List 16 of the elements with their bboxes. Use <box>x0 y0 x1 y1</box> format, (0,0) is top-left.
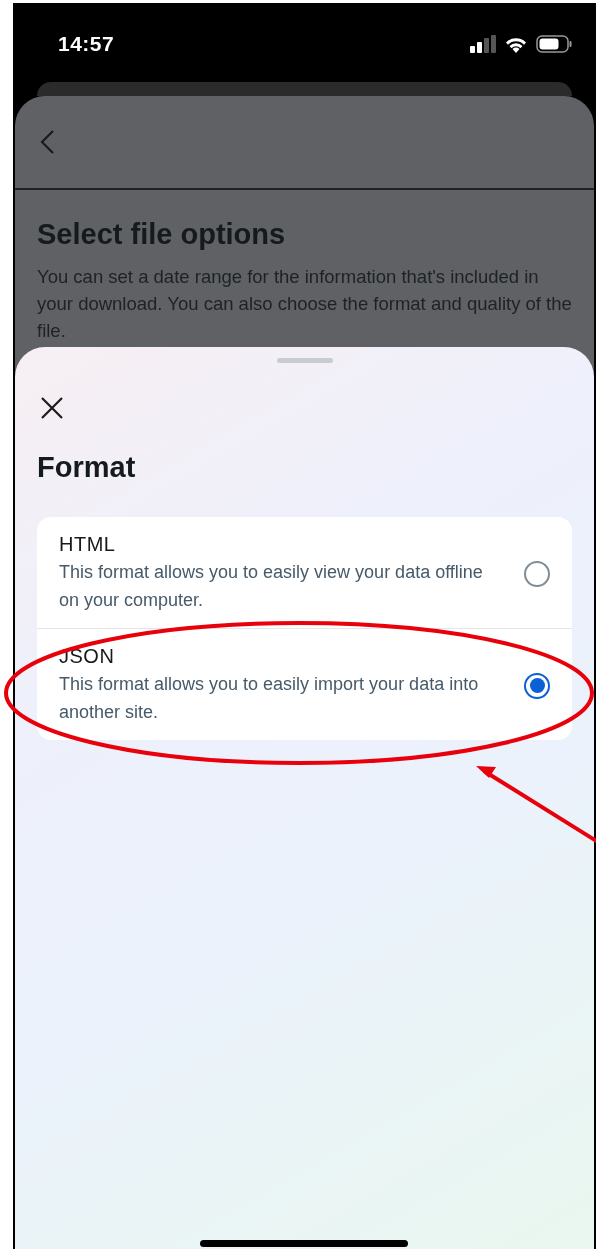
sheet-title: Format <box>37 451 137 484</box>
battery-icon <box>536 34 572 53</box>
option-label: HTML <box>59 533 117 556</box>
page-description: You can set a date range for the information that's included in your download. You can also choose the format and quality of the file. <box>37 265 572 343</box>
format-option[interactable]: JSON This format allows you to easily import your data into another site. <box>37 628 572 740</box>
status-time: 14:57 <box>58 31 115 56</box>
option-description: This format allows you to easily import your data into another site. <box>59 673 480 724</box>
option-description: This format allows you to easily view your data offline on your computer. <box>59 561 484 612</box>
signal-icon <box>470 34 496 53</box>
option-label: JSON <box>59 645 116 668</box>
format-option[interactable]: HTML This format allows you to easily view your data offline on your computer. <box>37 517 572 628</box>
back-icon[interactable] <box>39 129 55 155</box>
drag-handle[interactable] <box>276 358 333 363</box>
page-title: Select file options <box>37 218 287 251</box>
radio-button[interactable] <box>524 672 550 699</box>
radio-button[interactable] <box>524 560 550 587</box>
